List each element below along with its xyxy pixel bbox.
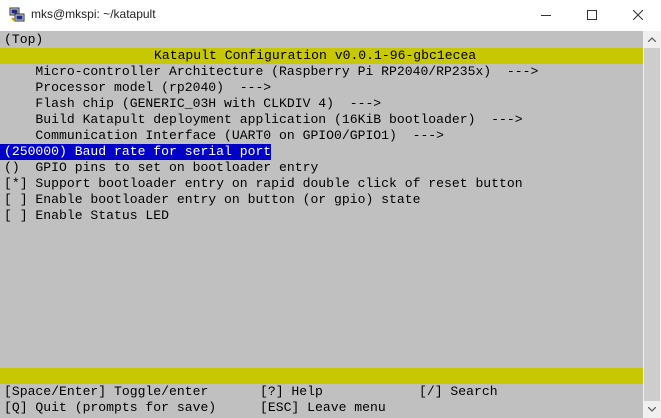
window-title: mks@mkspi: ~/katapult xyxy=(31,7,156,21)
vertical-scrollbar[interactable] xyxy=(643,31,661,418)
menu-item-double-click-reset[interactable]: [*] Support bootloader entry on rapid do… xyxy=(4,176,523,192)
menu-item-baud-rate-selected[interactable]: (250000) Baud rate for serial port xyxy=(0,144,272,160)
close-button[interactable] xyxy=(615,0,661,31)
minimize-button[interactable] xyxy=(523,0,569,31)
hint-toggle-enter: [Space/Enter] Toggle/enter xyxy=(4,384,209,399)
menu-item-processor-model[interactable]: Processor model (rp2040) ---> xyxy=(4,80,271,96)
terminal-screen[interactable]: (Top) Katapult Configuration v0.0.1-96-g… xyxy=(0,31,643,418)
menu-title: Katapult Configuration v0.0.1-96-gbc1ece… xyxy=(154,48,477,63)
hint-leave-menu: [ESC] Leave menu xyxy=(260,400,386,415)
scroll-up-button[interactable] xyxy=(643,31,661,48)
putty-icon[interactable] xyxy=(9,7,25,23)
menu-header-bar: Katapult Configuration v0.0.1-96-gbc1ece… xyxy=(0,48,643,64)
menu-item-status-led[interactable]: [ ] Enable Status LED xyxy=(4,208,169,224)
menu-item-communication-interface[interactable]: Communication Interface (UART0 on GPIO0/… xyxy=(4,128,444,144)
hint-search: [/] Search xyxy=(419,384,498,399)
chevron-down-icon xyxy=(648,407,656,412)
chevron-up-icon xyxy=(648,37,656,42)
hint-help: [?] Help xyxy=(260,384,323,399)
breadcrumb: (Top) xyxy=(4,32,44,47)
minimize-icon xyxy=(541,15,551,16)
menu-item-deployment-app[interactable]: Build Katapult deployment application (1… xyxy=(4,112,522,128)
terminal-window: mks@mkspi: ~/katapult (Top) Katapult Con… xyxy=(0,0,661,418)
close-icon xyxy=(633,10,643,20)
hint-quit: [Q] Quit (prompts for save) xyxy=(4,400,217,415)
menu-item-architecture[interactable]: Micro-controller Architecture (Raspberry… xyxy=(4,64,538,80)
maximize-button[interactable] xyxy=(569,0,615,31)
maximize-icon xyxy=(587,10,597,20)
scroll-down-button[interactable] xyxy=(643,401,661,418)
menu-item-flash-chip[interactable]: Flash chip (GENERIC_03H with CLKDIV 4) -… xyxy=(4,96,381,112)
menu-item-button-entry[interactable]: [ ] Enable bootloader entry on button (o… xyxy=(4,192,420,208)
footer-separator-bar xyxy=(0,368,643,384)
title-bar[interactable]: mks@mkspi: ~/katapult xyxy=(0,0,661,31)
scroll-thumb[interactable] xyxy=(644,48,660,401)
menu-item-gpio-pins[interactable]: () GPIO pins to set on bootloader entry xyxy=(4,160,318,176)
